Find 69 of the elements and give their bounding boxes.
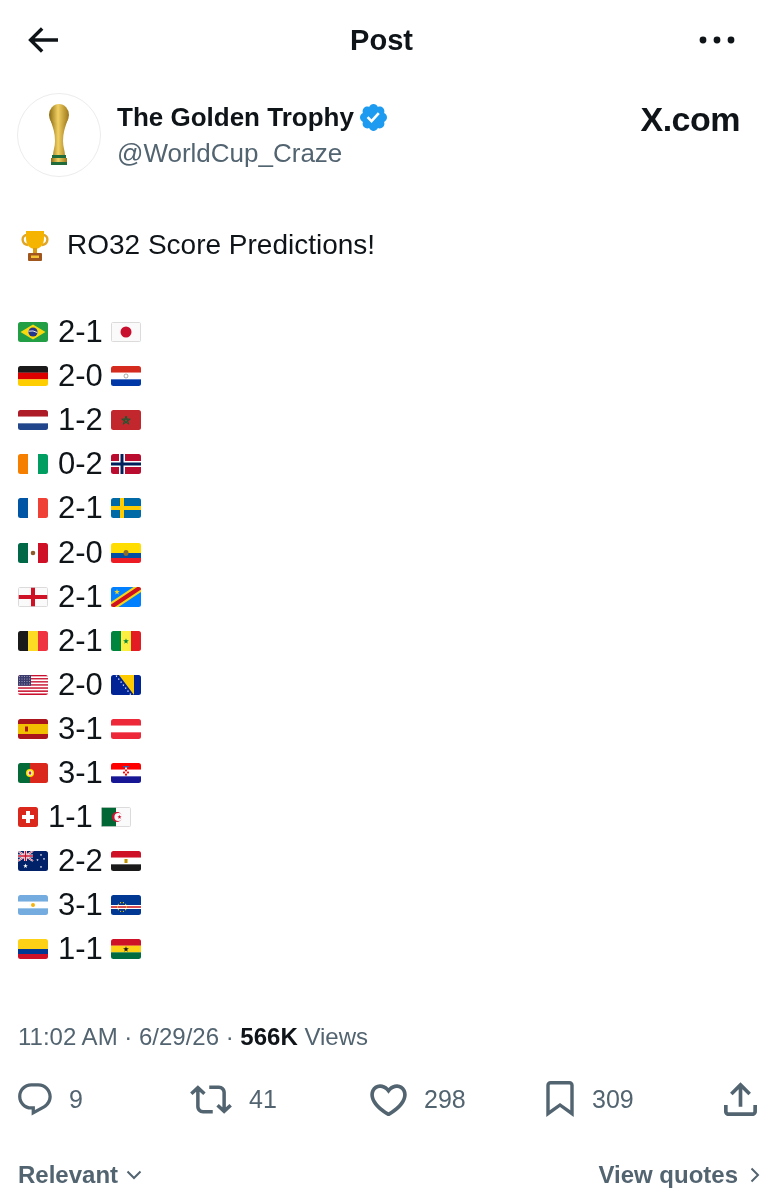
site-label: X.com: [640, 99, 740, 139]
france-flag-icon: [18, 498, 48, 519]
mexico-flag-icon: [18, 542, 48, 563]
norway-flag-icon: [110, 454, 141, 475]
colombia-flag-icon: [18, 939, 48, 960]
score-text: 2-2: [58, 842, 103, 881]
score-text: 1-1: [48, 798, 93, 837]
score-text: 1-1: [58, 930, 103, 969]
score-text: 2-1: [58, 489, 103, 528]
morocco-flag-icon: [110, 410, 141, 431]
like-button[interactable]: 298: [370, 1082, 466, 1116]
bookmark-button[interactable]: 309: [545, 1081, 634, 1118]
score-text: 2-0: [58, 357, 103, 396]
belgium-flag-icon: [18, 630, 48, 651]
ecuador-flag-icon: [110, 542, 141, 563]
egypt-flag-icon: [110, 851, 141, 872]
back-arrow-icon[interactable]: [28, 27, 58, 53]
brazil-flag-icon: [18, 322, 48, 343]
austria-flag-icon: [110, 718, 141, 739]
more-options-icon[interactable]: [699, 36, 735, 44]
display-name[interactable]: The Golden Trophy: [117, 100, 354, 134]
share-button[interactable]: [724, 1082, 757, 1117]
trophy-avatar-icon[interactable]: [17, 93, 101, 177]
score-text: 2-1: [58, 313, 103, 352]
speech-bubble-icon: [18, 1082, 52, 1116]
repost-button[interactable]: 41: [190, 1084, 277, 1114]
share-icon: [724, 1082, 757, 1117]
sweden-flag-icon: [110, 498, 141, 519]
germany-flag-icon: [18, 366, 48, 387]
ghana-flag-icon: [110, 939, 141, 960]
netherlands-flag-icon: [18, 410, 48, 431]
croatia-flag-icon: [110, 763, 141, 783]
score-text: 2-0: [58, 665, 103, 704]
reply-button[interactable]: 9: [18, 1082, 83, 1116]
senegal-flag-icon: [110, 630, 141, 651]
trophy-icon: [18, 228, 52, 262]
page-title: Post: [350, 23, 413, 58]
algeria-flag-icon: [100, 807, 131, 828]
japan-flag-icon: [110, 322, 141, 343]
portugal-flag-icon: [18, 763, 48, 783]
post-meta-text: 11:02 AM · 6/29/26 · 566K Views: [17, 1022, 369, 1053]
user-handle[interactable]: @WorldCup_Craze: [117, 136, 387, 170]
bookmark-icon: [545, 1081, 575, 1118]
heart-icon: [370, 1082, 407, 1116]
score-text: 3-1: [58, 709, 103, 748]
spain-flag-icon: [18, 718, 48, 739]
view-quotes-link[interactable]: View quotes: [598, 1161, 760, 1190]
score-text: 1-2: [58, 401, 103, 440]
switzerland-flag-icon: [18, 807, 38, 828]
score-text: 0-2: [58, 445, 103, 484]
ivorycoast-flag-icon: [18, 454, 48, 475]
australia-flag-icon: [18, 851, 48, 872]
bosnia-flag-icon: [110, 674, 141, 695]
post-title: RO32 Score Predictions!: [67, 228, 376, 262]
chevron-right-icon: [750, 1167, 760, 1184]
sort-dropdown[interactable]: Relevant: [18, 1161, 143, 1190]
england-flag-icon: [18, 586, 48, 607]
score-text: 3-1: [58, 754, 103, 792]
usa-flag-icon: [18, 674, 48, 695]
score-text: 2-1: [58, 577, 103, 616]
score-text: 3-1: [58, 886, 103, 925]
score-text: 2-1: [58, 621, 103, 660]
capeverde-flag-icon: [110, 895, 141, 916]
chevron-down-icon: [126, 1170, 143, 1181]
score-text: 2-0: [58, 533, 103, 572]
repost-arrows-icon: [190, 1084, 232, 1114]
paraguay-flag-icon: [110, 366, 141, 387]
drcongo-flag-icon: [110, 586, 141, 607]
argentina-flag-icon: [18, 895, 48, 916]
